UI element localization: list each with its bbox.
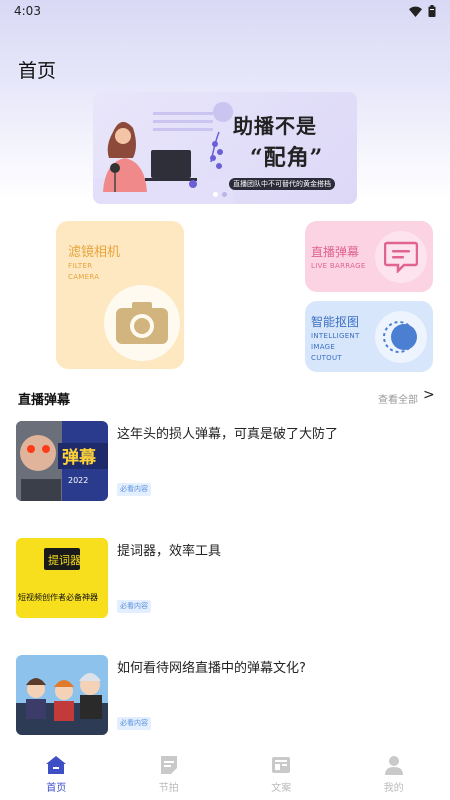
camera-icon [116,302,168,344]
status-bar: 4:03 [0,0,450,22]
svg-text:提词器: 提词器 [48,554,81,567]
svg-text:弹幕: 弹幕 [62,447,97,468]
section-title: 直播弹幕 [18,393,71,408]
banner-headline-2: “配角” [250,145,324,171]
wifi-icon [409,6,422,17]
banner-dot-active [213,192,218,197]
status-time: 4:03 [14,4,41,18]
live-barrage-card[interactable]: 直播弹幕 LIVE BARRAGE [305,221,433,292]
banner-pagination [213,192,227,197]
article-tag: 必看内容 [117,600,151,613]
svg-text:2022: 2022 [68,476,88,485]
promo-banner[interactable]: 助播不是 “配角” 直播团队中不可替代的黄金搭档 [93,92,357,204]
camera-icon-wrapper [104,285,180,361]
user-icon [384,756,403,775]
note-icon [160,756,177,774]
chat-bubble-icon [384,241,418,273]
battery-icon [428,5,436,17]
article-tag: 必看内容 [117,717,151,730]
bottom-navigation: 首页 节拍 文案 我的 [0,748,450,800]
nav-label: 首页 [46,783,67,794]
smart-cutout-subtitle: INTELLIGENT IMAGE CUTOUT [311,332,360,362]
filter-camera-title: 滤镜相机 [68,245,121,260]
article-title: 提词器，效率工具 [117,544,222,559]
article-thumbnail: 弹幕 2022 [16,421,108,501]
home-icon [46,756,67,774]
status-icons [409,5,436,17]
nav-item-profile[interactable]: 我的 [338,748,450,800]
nav-label: 我的 [383,783,404,794]
article-title: 如何看待网络直播中的弹幕文化? [117,661,306,676]
nav-item-copywriting[interactable]: 文案 [225,748,338,800]
live-barrage-title: 直播弹幕 [311,245,360,259]
cutout-icon-wrapper [375,311,427,363]
smart-cutout-card[interactable]: 智能抠图 INTELLIGENT IMAGE CUTOUT [305,301,433,372]
article-thumbnail: 提词器 短视频创作者必备神器 [16,538,108,618]
article-thumbnail-image [16,655,108,735]
chevron-right-icon[interactable]: > [423,387,435,403]
banner-headline-1: 助播不是 [233,114,317,138]
article-tag: 必看内容 [117,483,151,496]
list-item[interactable]: 如何看待网络直播中的弹幕文化? 必看内容 [16,655,436,737]
banner-subline: 直播团队中不可替代的黄金搭档 [229,178,335,190]
list-item[interactable]: 弹幕 2022 这年头的损人弹幕，可真是破了大防了 必看内容 [16,421,436,503]
see-all-link[interactable]: 查看全部 [378,391,418,406]
banner-dot [222,192,227,197]
filter-camera-subtitle: FILTER CAMERA [68,262,100,281]
live-barrage-subtitle: LIVE BARRAGE [311,262,366,270]
cutout-icon [383,321,417,353]
article-thumbnail-image: 提词器 短视频创作者必备神器 [16,538,108,618]
article-thumbnail [16,655,108,735]
article-title: 这年头的损人弹幕，可真是破了大防了 [117,427,339,442]
document-icon [272,757,291,773]
article-thumbnail-image: 弹幕 2022 [16,421,108,501]
smart-cutout-title: 智能抠图 [311,315,360,329]
nav-label: 节拍 [158,783,179,794]
filter-camera-card[interactable]: 滤镜相机 FILTER CAMERA [56,221,184,369]
nav-label: 文案 [271,783,292,794]
list-item[interactable]: 提词器 短视频创作者必备神器 提词器，效率工具 必看内容 [16,538,436,620]
svg-text:短视频创作者必备神器: 短视频创作者必备神器 [18,592,98,602]
nav-item-home[interactable]: 首页 [0,748,113,800]
nav-item-beat[interactable]: 节拍 [113,748,226,800]
chat-bubble-icon-wrapper [375,231,427,283]
page-title: 首页 [18,60,57,82]
